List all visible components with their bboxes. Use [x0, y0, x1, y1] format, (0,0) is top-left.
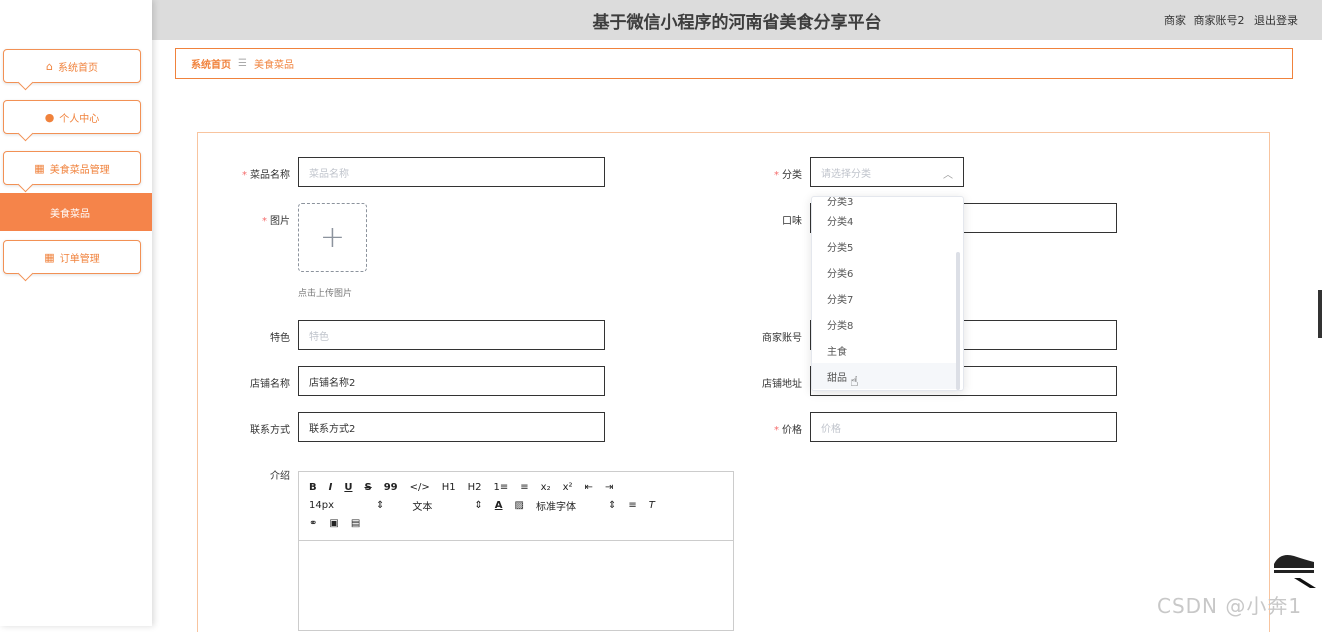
price-label: * 价格	[774, 425, 802, 436]
subscript-button[interactable]: x₂	[541, 482, 551, 493]
dropdown-option[interactable]: 分类6	[812, 259, 958, 285]
sidebar-item-label: 系统首页	[57, 62, 98, 74]
code-button[interactable]: </>	[410, 482, 430, 493]
strike-button[interactable]: S	[364, 482, 371, 493]
breadcrumb-current: 美食菜品	[253, 60, 294, 71]
breadcrumb: 系统首页 ☰ 美食菜品	[175, 48, 1293, 79]
feature-input[interactable]: 特色	[298, 320, 605, 350]
h1-button[interactable]: H1	[442, 482, 456, 493]
quote-button[interactable]: 99	[384, 482, 398, 493]
intro-label: 介绍	[270, 471, 290, 482]
font-size-select[interactable]: 14px	[309, 500, 364, 511]
image-upload[interactable]: +	[298, 203, 367, 272]
header-select[interactable]: 文本	[412, 498, 462, 513]
top-bar: 基于微信小程序的河南省美食分享平台 商家 商家账号2 退出登录	[152, 0, 1322, 40]
dropdown-scrollbar[interactable]	[956, 252, 960, 390]
font-color-icon[interactable]: A	[495, 500, 503, 511]
user-role: 商家	[1164, 14, 1186, 27]
chevron-up-icon: ︿	[943, 170, 953, 181]
breadcrumb-home[interactable]: 系统首页	[191, 56, 231, 71]
dish-name-label: * 菜品名称	[242, 170, 290, 181]
sidebar-item-label: 美食菜品管理	[49, 164, 110, 176]
italic-button[interactable]: I	[329, 482, 333, 493]
dropdown-option[interactable]: 主食	[812, 337, 958, 363]
bold-button[interactable]: B	[309, 482, 317, 493]
user-icon: ●	[44, 110, 55, 124]
feature-label: 特色	[270, 333, 290, 344]
h2-button[interactable]: H2	[468, 482, 482, 493]
merchant-account-label: 商家账号	[762, 333, 802, 344]
sidebar-item-dish-management[interactable]: ▦ 美食菜品管理	[3, 151, 141, 185]
shop-name-input[interactable]: 店铺名称2	[298, 366, 605, 396]
grid-icon: ▦	[34, 161, 45, 175]
category-select[interactable]: 请选择分类 ︿	[810, 157, 964, 187]
contact-label: 联系方式	[250, 425, 290, 436]
dropdown-option[interactable]: 分类8	[812, 311, 958, 337]
select-arrows-icon: ⇕	[474, 499, 483, 511]
logout-link[interactable]: 退出登录	[1254, 14, 1298, 27]
sidebar-subitem-dishes[interactable]: 美食菜品	[0, 193, 152, 231]
select-arrows-icon: ⇕	[607, 499, 617, 511]
dropdown-option[interactable]: 分类4	[812, 207, 958, 233]
sidebar-item-profile[interactable]: ● 个人中心	[3, 100, 141, 134]
font-family-select[interactable]: 标准字体	[536, 498, 596, 513]
select-arrows-icon: ⇕	[376, 499, 385, 511]
category-placeholder: 请选择分类	[821, 168, 871, 180]
page-scrollbar[interactable]	[1318, 290, 1322, 338]
plus-icon: +	[319, 220, 346, 255]
dropdown-option[interactable]: 分类7	[812, 285, 958, 311]
superscript-button[interactable]: x²	[563, 482, 573, 493]
upload-tip: 点击上传图片	[298, 289, 353, 299]
flavor-label: 口味	[782, 216, 802, 227]
home-icon: ⌂	[46, 59, 53, 73]
sidebar-item-label: 个人中心	[59, 113, 100, 125]
video-icon[interactable]: ▤	[351, 518, 360, 529]
image-label: * 图片	[262, 216, 290, 227]
category-label: * 分类	[774, 170, 802, 181]
contact-input[interactable]: 联系方式2	[298, 412, 605, 442]
price-input[interactable]: 价格	[810, 412, 1117, 442]
user-account: 商家账号2	[1193, 14, 1245, 27]
sidebar-item-orders[interactable]: ▦ 订单管理	[3, 240, 141, 274]
shop-address-label: 店铺地址	[762, 379, 802, 390]
shop-name-label: 店铺名称	[250, 379, 290, 390]
editor-toolbar: B I U S 99 </> H1 H2 1≡ ≡ x₂ x² ⇤ ⇥ 14px…	[299, 472, 733, 541]
sidebar: ⌂ 系统首页 ● 个人中心 ▦ 美食菜品管理 美食菜品 ▦ 订单管理	[0, 0, 152, 626]
align-icon[interactable]: ≡	[628, 500, 636, 511]
outdent-button[interactable]: ⇤	[585, 482, 593, 493]
image-icon[interactable]: ▣	[329, 518, 338, 529]
dropdown-option-hovered[interactable]: 甜品	[812, 363, 958, 389]
category-dropdown: 分类3 分类4 分类5 分类6 分类7 分类8 主食 甜品	[811, 196, 964, 391]
ordered-list-button[interactable]: 1≡	[494, 482, 509, 493]
underline-button[interactable]: U	[344, 482, 352, 493]
hat-icon	[1274, 555, 1316, 588]
watermark: CSDN @小奔1	[1157, 594, 1303, 618]
sidebar-item-label: 订单管理	[59, 253, 100, 265]
background-color-icon[interactable]: ▨	[515, 500, 524, 511]
indent-button[interactable]: ⇥	[605, 482, 613, 493]
breadcrumb-separator: ☰	[238, 58, 247, 69]
link-icon[interactable]: ⚭	[309, 518, 317, 529]
grid-icon: ▦	[44, 250, 55, 264]
clear-format-icon[interactable]: T	[649, 500, 655, 511]
rich-text-editor[interactable]: B I U S 99 </> H1 H2 1≡ ≡ x₂ x² ⇤ ⇥ 14px…	[298, 471, 734, 631]
page-title: 基于微信小程序的河南省美食分享平台	[592, 13, 882, 33]
dish-name-input[interactable]: 菜品名称	[298, 157, 605, 187]
dropdown-option[interactable]: 分类5	[812, 233, 958, 259]
bullet-list-button[interactable]: ≡	[520, 482, 528, 493]
sidebar-item-home[interactable]: ⌂ 系统首页	[3, 49, 141, 83]
hand-cursor-icon: ☝	[850, 374, 859, 390]
user-info: 商家 商家账号2 退出登录	[1160, 12, 1298, 28]
